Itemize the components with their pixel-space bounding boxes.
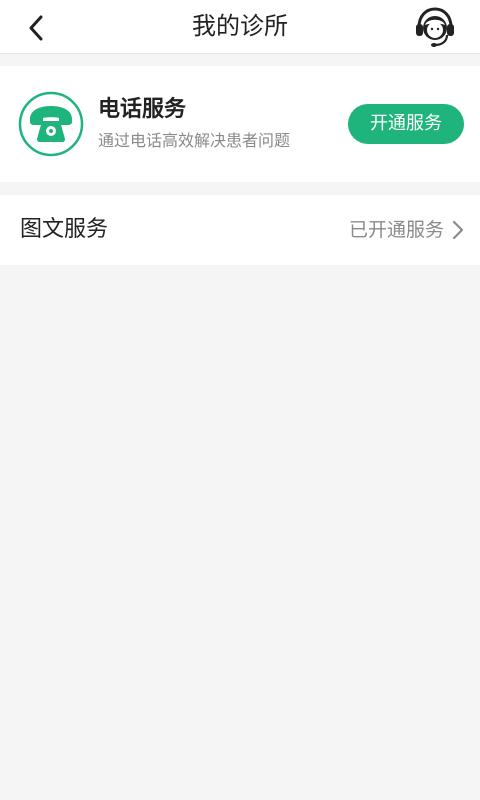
chevron-right-icon xyxy=(452,220,464,240)
phone-service-card: 电话服务 通过电话高效解决患者问题 开通服务 xyxy=(0,66,480,182)
customer-service-button[interactable] xyxy=(412,4,458,50)
image-text-service-status: 已开通服务 xyxy=(348,219,444,241)
customer-service-headset-icon xyxy=(416,7,454,47)
phone-service-description: 通过电话高效解决患者问题 xyxy=(98,131,291,150)
back-button[interactable] xyxy=(18,10,54,46)
chevron-left-icon xyxy=(29,15,43,41)
open-service-button[interactable]: 开通服务 xyxy=(348,104,464,144)
phone-service-title: 电话服务 xyxy=(98,97,187,122)
image-text-service-row[interactable]: 图文服务 已开通服务 xyxy=(0,195,480,265)
phone-service-icon-wrapper xyxy=(18,91,84,157)
image-text-service-title: 图文服务 xyxy=(20,217,109,242)
telephone-icon xyxy=(18,91,84,157)
top-bar: 我的诊所 xyxy=(0,0,480,54)
page-title: 我的诊所 xyxy=(192,12,288,40)
